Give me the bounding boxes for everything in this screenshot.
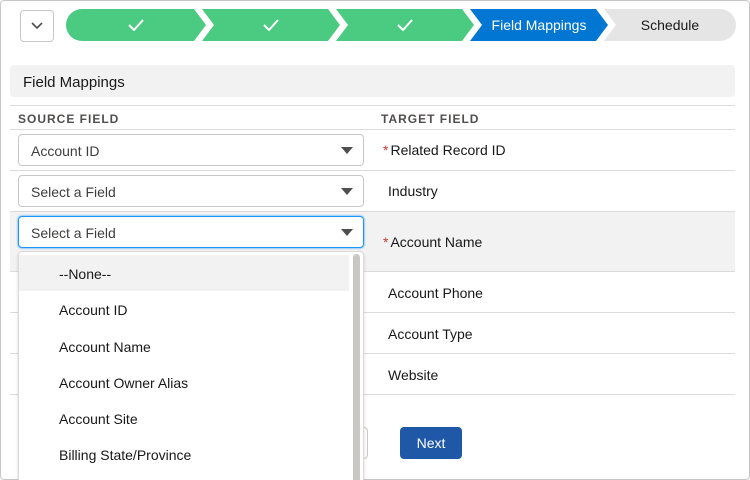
divider	[10, 211, 735, 212]
combobox-value: Select a Field	[31, 225, 116, 241]
check-icon	[128, 19, 144, 31]
path-toggle-button[interactable]	[20, 10, 54, 42]
target-field-name: Account Name	[390, 234, 483, 250]
source-field-combobox[interactable]: Account ID	[18, 134, 364, 166]
path-stage-2[interactable]	[202, 9, 340, 41]
source-field-combobox-open[interactable]: Select a Field	[18, 216, 364, 248]
divider	[10, 129, 735, 130]
divider	[10, 170, 735, 171]
target-field-label: Website	[388, 367, 438, 383]
listbox-option-none[interactable]: --None--	[19, 255, 349, 291]
column-header-source: SOURCE FIELD	[18, 112, 120, 126]
target-field-label: * Related Record ID	[383, 142, 506, 158]
scrollbar-thumb[interactable]	[353, 254, 360, 480]
field-options-listbox[interactable]: --None-- Account ID Account Name Account…	[18, 251, 364, 480]
check-icon	[397, 19, 413, 31]
target-field-name: Industry	[388, 183, 438, 199]
target-field-name: Website	[388, 367, 439, 383]
path-stage-field-mappings[interactable]: Field Mappings	[470, 9, 608, 41]
listbox-option[interactable]: Account Site	[19, 400, 349, 436]
required-marker: *	[383, 234, 389, 250]
listbox-option[interactable]: Account ID	[19, 291, 349, 327]
caret-down-icon	[341, 147, 353, 154]
target-field-label: * Account Name	[383, 234, 482, 250]
path-stage-label: Field Mappings	[491, 17, 587, 33]
path-stage-schedule[interactable]: Schedule	[604, 9, 736, 41]
section-title: Field Mappings	[10, 65, 735, 97]
path-stage-1[interactable]	[66, 9, 206, 41]
target-field-name: Related Record ID	[390, 142, 506, 158]
caret-down-icon	[341, 188, 353, 195]
path-stage-label: Schedule	[640, 17, 700, 33]
target-field-name: Account Phone	[388, 285, 483, 301]
chevron-down-icon	[31, 22, 43, 30]
listbox-option[interactable]: Billing State/Province	[19, 436, 349, 472]
required-marker: *	[383, 142, 389, 158]
target-field-label: Industry	[388, 183, 438, 199]
check-icon	[263, 19, 279, 31]
path-stage-3[interactable]	[336, 9, 474, 41]
listbox-option[interactable]: Account Name	[19, 328, 349, 364]
column-header-target: TARGET FIELD	[381, 112, 480, 126]
next-button[interactable]: Next	[400, 427, 462, 459]
caret-down-icon	[341, 229, 353, 236]
combobox-value: Select a Field	[31, 184, 116, 200]
listbox-option[interactable]: Account Owner Alias	[19, 364, 349, 400]
combobox-value: Account ID	[31, 143, 100, 159]
target-field-label: Account Type	[388, 326, 473, 342]
source-field-combobox[interactable]: Select a Field	[18, 175, 364, 207]
path-stepper: Field Mappings Schedule	[66, 9, 736, 41]
divider	[10, 105, 735, 106]
target-field-name: Account Type	[388, 326, 473, 342]
target-field-label: Account Phone	[388, 285, 483, 301]
